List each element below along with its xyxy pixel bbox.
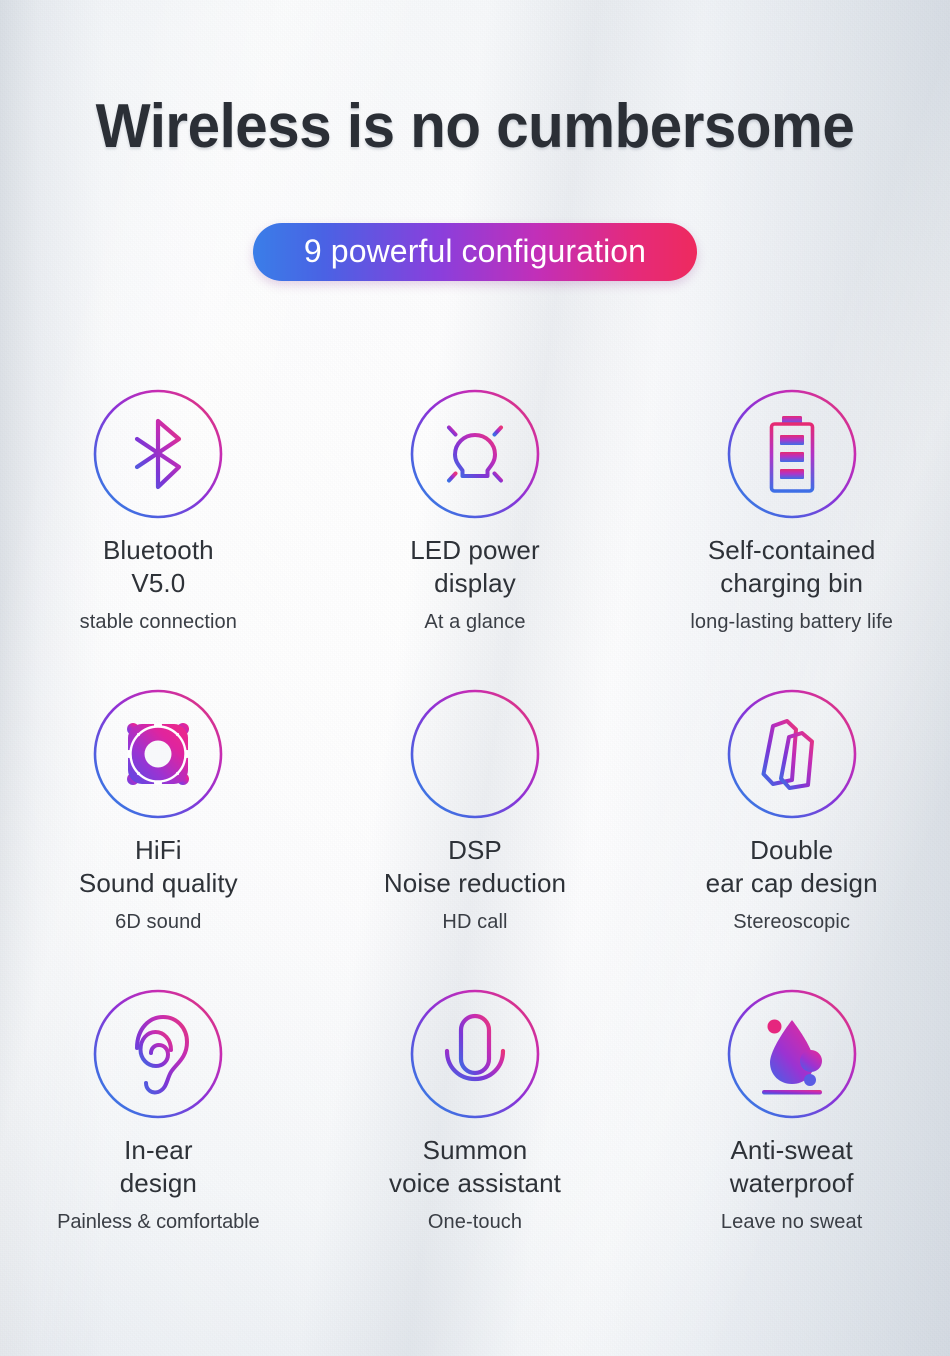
double-ear-cap-icon (726, 688, 858, 820)
feature-title: HiFi Sound quality (78, 835, 238, 899)
feature-grid: Bluetooth V5.0 stable connection LED pow… (0, 388, 950, 1288)
speaker-driver-icon (92, 688, 224, 820)
feature-card-hifi-sound-quality: HiFi Sound quality 6D sound (0, 688, 317, 988)
battery-icon (726, 388, 858, 520)
bluetooth-icon (92, 388, 224, 520)
water-drop-icon (726, 988, 858, 1120)
feature-title: DSP Noise reduction (383, 835, 567, 899)
feature-title: LED power display (410, 535, 540, 599)
feature-card-in-ear-design: In-ear design Painless & comfortable (0, 988, 317, 1288)
page-headline: Wireless is no cumbersome (95, 92, 855, 161)
feature-subtitle: One-touch (427, 1210, 523, 1233)
feature-card-charging-bin: Self-contained charging bin long-lasting… (633, 388, 950, 688)
feature-title: Double ear cap design (705, 835, 878, 899)
light-bulb-icon (409, 388, 541, 520)
ear-icon (92, 988, 224, 1120)
feature-title: Summon voice assistant (388, 1135, 561, 1199)
feature-subtitle: At a glance (424, 610, 526, 633)
audio-waveform-icon (409, 688, 541, 820)
feature-subtitle: Stereoscopic (733, 910, 851, 933)
feature-card-bluetooth: Bluetooth V5.0 stable connection (0, 388, 317, 688)
infographic-page: Wireless is no cumbersome 9 powerful con… (0, 0, 950, 1356)
microphone-icon (409, 988, 541, 1120)
feature-card-double-ear-cap: Double ear cap design Stereoscopic (633, 688, 950, 988)
feature-card-anti-sweat-waterproof: Anti-sweat waterproof Leave no sweat (633, 988, 950, 1288)
feature-title: Bluetooth V5.0 (102, 535, 214, 599)
configuration-count-badge: 9 powerful configuration (253, 223, 697, 281)
feature-subtitle: long-lasting battery life (690, 610, 893, 633)
feature-title: In-ear design (119, 1135, 197, 1199)
feature-card-dsp-noise-reduction: DSP Noise reduction HD call (317, 688, 634, 988)
badge-label: 9 powerful configuration (303, 233, 647, 269)
feature-card-voice-assistant: Summon voice assistant One-touch (317, 988, 634, 1288)
feature-subtitle: HD call (442, 910, 508, 933)
feature-subtitle: Painless & comfortable (57, 1210, 260, 1233)
feature-subtitle: stable connection (79, 610, 238, 633)
feature-title: Self-contained charging bin (707, 535, 876, 599)
feature-subtitle: Leave no sweat (720, 1210, 863, 1233)
feature-subtitle: 6D sound (115, 910, 202, 933)
feature-card-led-power-display: LED power display At a glance (317, 388, 634, 688)
feature-title: Anti-sweat waterproof (729, 1135, 854, 1199)
